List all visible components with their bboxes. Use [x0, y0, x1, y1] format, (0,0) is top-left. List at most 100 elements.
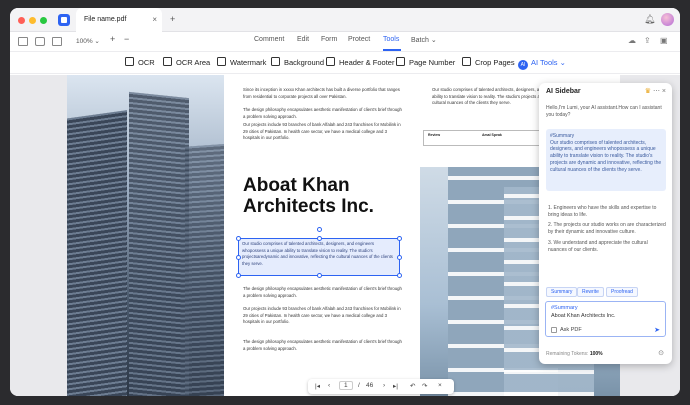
page-number-label: Page Number	[409, 58, 456, 67]
summary-text: Our studio comprises of talented archite…	[550, 139, 662, 173]
rewrite-action-button[interactable]: Rewrite	[577, 287, 604, 297]
tower-right	[185, 143, 224, 396]
redo-button[interactable]: ↷	[422, 382, 427, 390]
tower-left	[67, 110, 127, 396]
title-bar: File name.pdf × + 🔔︎	[10, 8, 680, 32]
background-icon	[271, 57, 280, 66]
crop-pages-label: Crop Pages	[475, 58, 515, 67]
prev-page-button[interactable]: ‹	[328, 382, 330, 389]
resize-handle[interactable]	[397, 273, 402, 278]
page-navigation: |◂ ‹ 1 / 46 › ▸| ↶ ↷ ×	[308, 379, 454, 394]
crown-icon[interactable]: ♛	[645, 88, 651, 95]
ocr-label: OCR	[138, 58, 155, 67]
list-item: 3. We understand and appreciate the cult…	[548, 239, 648, 253]
maximize-window-button[interactable]	[40, 17, 47, 24]
paragraph: Since its inception in xxxxx Khan archit…	[243, 87, 400, 99]
table-header: Review	[428, 133, 441, 137]
prompt-command: #Summary	[551, 305, 578, 311]
ai-prompt-input[interactable]: #Summary Aboat Khan Architects Inc. Ask …	[545, 301, 666, 337]
first-page-button[interactable]: |◂	[315, 382, 320, 390]
ocr-area-label: OCR Area	[176, 58, 211, 67]
send-icon[interactable]: ➤	[654, 326, 660, 334]
sidebar-toggle-icon[interactable]	[18, 37, 28, 46]
resize-handle[interactable]	[236, 236, 241, 241]
list-item: 1. Engineers who have the skills and exp…	[548, 205, 657, 218]
minimize-window-button[interactable]	[29, 17, 36, 24]
resize-handle[interactable]	[397, 255, 402, 260]
menu-protect[interactable]: Protect	[348, 36, 370, 43]
page-separator: /	[358, 382, 360, 389]
resize-handle[interactable]	[236, 273, 241, 278]
total-pages: 46	[366, 382, 374, 389]
new-tab-button[interactable]: +	[170, 14, 175, 24]
resize-handle[interactable]	[236, 255, 241, 260]
crop-pages-tool[interactable]: Crop Pages	[462, 56, 515, 70]
current-page-input[interactable]: 1	[339, 381, 353, 390]
zoom-in-button[interactable]: +	[110, 34, 115, 44]
thumbnail-view-icon[interactable]	[35, 37, 45, 46]
paragraph: Our projects include 93 branches of bank…	[243, 306, 401, 325]
chevron-down-icon: ⌄	[559, 58, 566, 67]
menu-edit[interactable]: Edit	[297, 36, 309, 43]
watermark-tool[interactable]: Watermark	[217, 56, 266, 70]
summary-action-button[interactable]: Summary	[546, 287, 578, 297]
resize-handle[interactable]	[317, 273, 322, 278]
selected-paragraph[interactable]: Our studio comprises of talented archite…	[242, 241, 398, 268]
ai-sidebar-panel: AI Sidebar ♛ ⋯ × Hello,I'm Lumi, your AI…	[539, 83, 672, 364]
ai-icon: AI	[518, 60, 528, 70]
menu-bar: 100% ⌄ + − Comment Edit Form Protect Too…	[10, 32, 680, 52]
background-tool[interactable]: Background	[271, 56, 324, 70]
tokens-status: Remaining Tokens: 100%	[546, 351, 603, 357]
header-footer-tool[interactable]: Header & Footer	[326, 56, 394, 70]
summary-heading: #Summary	[550, 133, 575, 139]
watermark-label: Watermark	[230, 58, 267, 67]
paragraph: The design philosophy encapsulates aesth…	[243, 339, 402, 351]
ocr-tool[interactable]: OCR	[125, 56, 155, 70]
pdf-page: Since its inception in xxxxx Khan archit…	[224, 75, 420, 396]
menu-form[interactable]: Form	[321, 36, 337, 43]
resize-handle[interactable]	[317, 236, 322, 241]
ai-tools-button[interactable]: AI AI Tools ⌄	[518, 56, 566, 70]
last-page-button[interactable]: ▸|	[393, 382, 398, 390]
close-icon[interactable]: ×	[662, 88, 666, 95]
watermark-icon	[217, 57, 226, 66]
table-header: Amal Speak	[482, 133, 502, 137]
menu-comment[interactable]: Comment	[254, 36, 284, 43]
notification-bell-icon[interactable]: 🔔︎	[644, 14, 655, 25]
ai-response-list: 1. Engineers who have the skills and exp…	[548, 205, 666, 257]
document-tab[interactable]: File name.pdf ×	[76, 8, 162, 32]
expand-icon[interactable]: ▣	[660, 36, 668, 45]
zoom-out-button[interactable]: −	[124, 34, 129, 44]
menu-batch[interactable]: Batch ⌄	[411, 36, 437, 44]
ocr-area-tool[interactable]: OCR Area	[163, 56, 210, 70]
resize-handle[interactable]	[397, 236, 402, 241]
ai-tools-label: AI Tools	[531, 58, 558, 67]
page-number-tool[interactable]: Page Number	[396, 56, 455, 70]
proofread-action-button[interactable]: Proofread	[606, 287, 638, 297]
prompt-value[interactable]: Aboat Khan Architects Inc.	[551, 313, 616, 319]
share-icon[interactable]: ⇪	[644, 36, 651, 45]
menu-tools[interactable]: Tools	[383, 36, 399, 43]
text-selection-box[interactable]: Our studio comprises of talented archite…	[236, 227, 402, 278]
undo-button[interactable]: ↶	[410, 382, 415, 390]
ocr-icon	[125, 57, 134, 66]
upload-cloud-icon[interactable]: ☁	[628, 36, 636, 45]
tower-center	[129, 91, 189, 396]
close-nav-button[interactable]: ×	[438, 382, 442, 389]
tools-bar: OCR OCR Area Watermark Background Header…	[10, 52, 680, 74]
user-avatar[interactable]	[661, 13, 674, 26]
skyscraper-photo	[67, 75, 224, 396]
next-page-button[interactable]: ›	[383, 382, 385, 389]
history-icon[interactable]: ⊙	[658, 349, 664, 357]
tab-close-icon[interactable]: ×	[152, 8, 157, 32]
grid-view-icon[interactable]	[52, 37, 62, 46]
rotate-handle[interactable]	[317, 227, 322, 232]
ai-sidebar-title: AI Sidebar	[546, 88, 581, 95]
close-window-button[interactable]	[18, 17, 25, 24]
more-icon[interactable]: ⋯	[653, 88, 660, 95]
ask-pdf-checkbox[interactable]	[551, 327, 557, 333]
header-footer-icon	[326, 57, 335, 66]
page-number-icon	[396, 57, 405, 66]
zoom-level-select[interactable]: 100% ⌄	[76, 37, 100, 45]
ask-pdf-label: Ask PDF	[560, 327, 582, 333]
